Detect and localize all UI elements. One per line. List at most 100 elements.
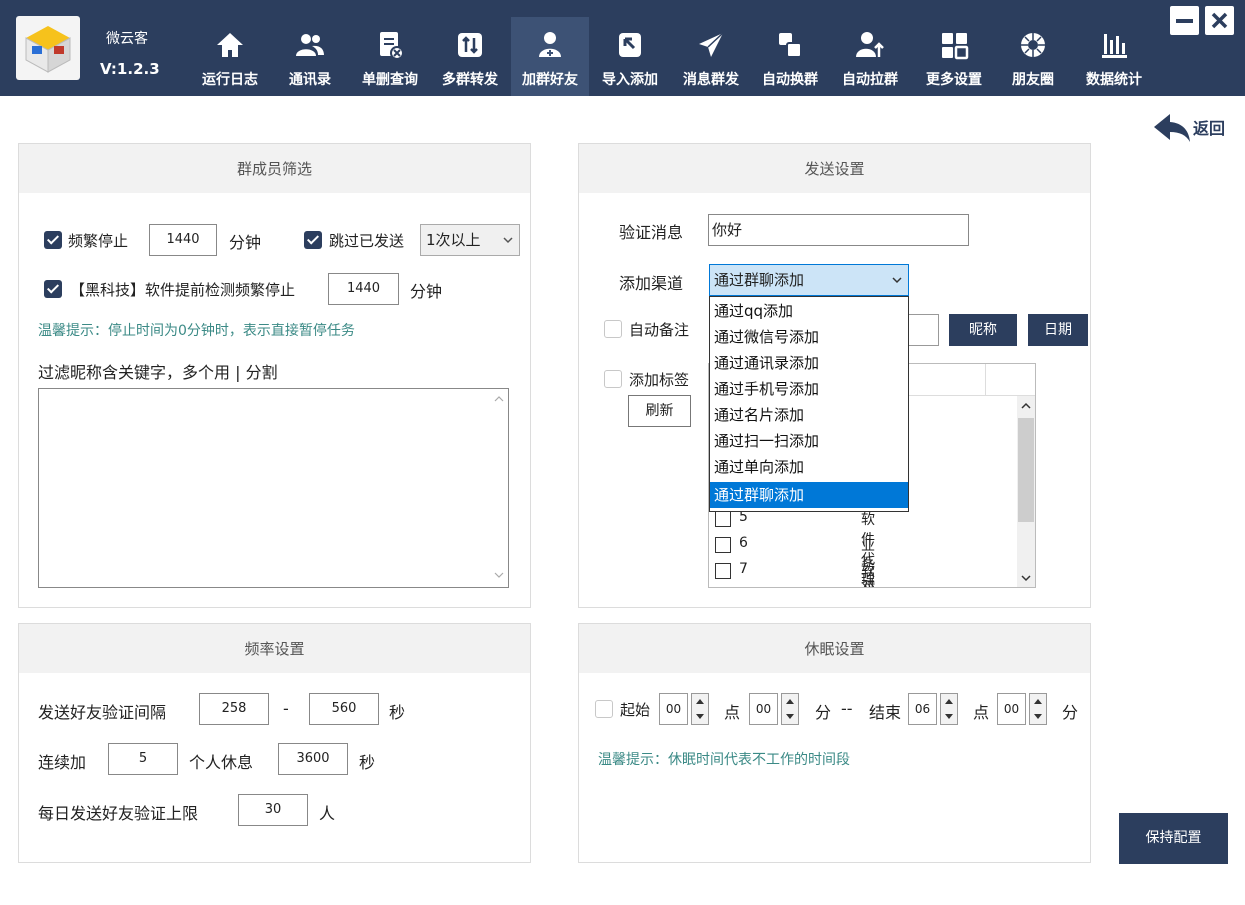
nav-label: 自动换群 xyxy=(762,72,818,88)
scroll-down-icon xyxy=(494,572,504,578)
channel-option-selected[interactable]: 通过群聊添加 xyxy=(710,482,908,508)
date-button[interactable]: 日期 xyxy=(1028,314,1088,346)
add-friend-icon xyxy=(539,32,561,57)
nav-label: 单删查询 xyxy=(362,72,418,88)
add-tag-checkbox[interactable] xyxy=(604,370,622,388)
chevron-down-icon xyxy=(892,277,902,284)
minute-unit: 分 xyxy=(815,703,832,722)
spinner-arrows[interactable] xyxy=(781,693,799,725)
tag-id: 6 xyxy=(739,535,748,551)
freq-stop-input[interactable]: 1440 xyxy=(149,224,217,256)
scrollbar-thumb[interactable] xyxy=(1018,418,1034,522)
app-version: V:1.2.3 xyxy=(100,60,160,78)
tag-checkbox[interactable] xyxy=(715,511,731,527)
channel-option[interactable]: 通过微信号添加 xyxy=(710,324,908,350)
nav-auto-switch-group[interactable]: 自动换群 xyxy=(753,17,827,96)
spinner-arrows[interactable] xyxy=(1029,693,1047,725)
forward-icon xyxy=(458,33,482,57)
spinner-value[interactable]: 00 xyxy=(749,693,778,725)
column-divider xyxy=(985,364,986,396)
send-settings-panel: 发送设置 验证消息 你好 添加渠道 通过群聊添加 自动备注 昵称 日期 添加标签… xyxy=(578,143,1091,608)
back-button[interactable]: 返回 xyxy=(1152,110,1232,146)
skip-sent-checkbox[interactable] xyxy=(304,231,322,249)
nav-label: 通讯录 xyxy=(289,72,331,88)
contacts-icon xyxy=(296,34,324,56)
interval-min-input[interactable]: 258 xyxy=(199,693,269,725)
panel-title: 发送设置 xyxy=(579,144,1090,193)
home-icon xyxy=(217,33,243,57)
nav-more-settings[interactable]: 更多设置 xyxy=(917,17,991,96)
range-separator: -- xyxy=(841,699,853,718)
auto-note-checkbox[interactable] xyxy=(604,320,622,338)
nav-multi-group-forward[interactable]: 多群转发 xyxy=(433,17,507,96)
refresh-button[interactable]: 刷新 xyxy=(628,395,691,427)
spinner-arrows[interactable] xyxy=(691,693,709,725)
tag-list-scrollbar[interactable] xyxy=(1017,396,1035,587)
continuous-input[interactable]: 5 xyxy=(108,743,178,775)
save-config-button[interactable]: 保持配置 xyxy=(1119,813,1228,864)
tag-checkbox[interactable] xyxy=(715,537,731,553)
nav-label: 消息群发 xyxy=(683,72,739,88)
scroll-up-icon xyxy=(494,396,504,402)
back-label: 返回 xyxy=(1193,119,1226,138)
spinner-arrows[interactable] xyxy=(940,693,958,725)
minute-unit: 分钟 xyxy=(410,282,443,301)
spinner-value[interactable]: 00 xyxy=(997,693,1026,725)
hour-unit: 点 xyxy=(724,703,741,722)
scrollbar[interactable] xyxy=(490,389,508,587)
minimize-icon xyxy=(1176,19,1193,23)
channel-option[interactable]: 通过qq添加 xyxy=(710,298,908,324)
nav-statistics[interactable]: 数据统计 xyxy=(1077,17,1151,96)
nav-moments[interactable]: 朋友圈 xyxy=(1003,17,1063,96)
tag-checkbox[interactable] xyxy=(715,563,731,579)
nav-run-log[interactable]: 运行日志 xyxy=(193,17,267,96)
nav-label: 数据统计 xyxy=(1086,72,1142,88)
continuous-label: 连续加 xyxy=(38,753,87,772)
import-icon xyxy=(619,33,641,57)
keyword-textarea[interactable] xyxy=(38,388,509,588)
freq-stop-checkbox[interactable] xyxy=(44,231,62,249)
nav-auto-pull-group[interactable]: 自动拉群 xyxy=(833,17,907,96)
rest-seconds-input[interactable]: 3600 xyxy=(278,743,348,775)
channel-option[interactable]: 通过手机号添加 xyxy=(710,376,908,402)
minute-unit: 分钟 xyxy=(229,233,262,252)
channel-option[interactable]: 通过单向添加 xyxy=(710,454,908,480)
verify-label: 验证消息 xyxy=(619,223,684,242)
nav-label: 运行日志 xyxy=(202,72,258,88)
seconds-unit: 秒 xyxy=(359,753,376,772)
grid-icon xyxy=(942,33,969,60)
moments-icon xyxy=(1021,33,1045,57)
chart-icon xyxy=(1102,34,1127,58)
daily-limit-input[interactable]: 30 xyxy=(238,794,308,826)
sleep-enable-checkbox[interactable] xyxy=(595,700,613,718)
channel-option[interactable]: 通过名片添加 xyxy=(710,402,908,428)
channel-option[interactable]: 通过通讯录添加 xyxy=(710,350,908,376)
keyword-label: 过滤昵称含关键字，多个用 | 分割 xyxy=(38,363,278,382)
nav-label: 多群转发 xyxy=(442,72,498,88)
filter-hint: 温馨提示：停止时间为0分钟时，表示直接暂停任务 xyxy=(38,323,355,339)
blacktech-input[interactable]: 1440 xyxy=(328,273,399,305)
nav-single-delete-query[interactable]: 单删查询 xyxy=(353,17,427,96)
add-tag-label: 添加标签 xyxy=(629,371,690,389)
nickname-button[interactable]: 昵称 xyxy=(949,314,1017,346)
nav-add-group-friends[interactable]: 加群好友 xyxy=(511,17,589,96)
minimize-button[interactable] xyxy=(1170,6,1199,35)
interval-max-input[interactable]: 560 xyxy=(309,693,379,725)
spinner-value[interactable]: 00 xyxy=(659,693,688,725)
blacktech-checkbox[interactable] xyxy=(44,280,62,298)
hour-unit: 点 xyxy=(973,703,990,722)
nav-contacts[interactable]: 通讯录 xyxy=(277,17,343,96)
minute-unit: 分 xyxy=(1062,703,1079,722)
skip-sent-select[interactable]: 1次以上 xyxy=(420,224,520,256)
scroll-down-icon xyxy=(1021,575,1031,582)
nav-label: 自动拉群 xyxy=(842,72,898,88)
channel-select[interactable]: 通过群聊添加 xyxy=(709,264,909,296)
spinner-value[interactable]: 06 xyxy=(908,693,937,725)
channel-dropdown-list: 通过qq添加 通过微信号添加 通过通讯录添加 通过手机号添加 通过名片添加 通过… xyxy=(709,296,909,512)
verify-message-input[interactable]: 你好 xyxy=(708,214,969,246)
channel-option[interactable]: 通过扫一扫添加 xyxy=(710,428,908,454)
panel-title: 休眠设置 xyxy=(579,624,1090,673)
close-button[interactable] xyxy=(1205,6,1234,35)
nav-bulk-message[interactable]: 消息群发 xyxy=(673,17,749,96)
nav-import-add[interactable]: 导入添加 xyxy=(593,17,667,96)
